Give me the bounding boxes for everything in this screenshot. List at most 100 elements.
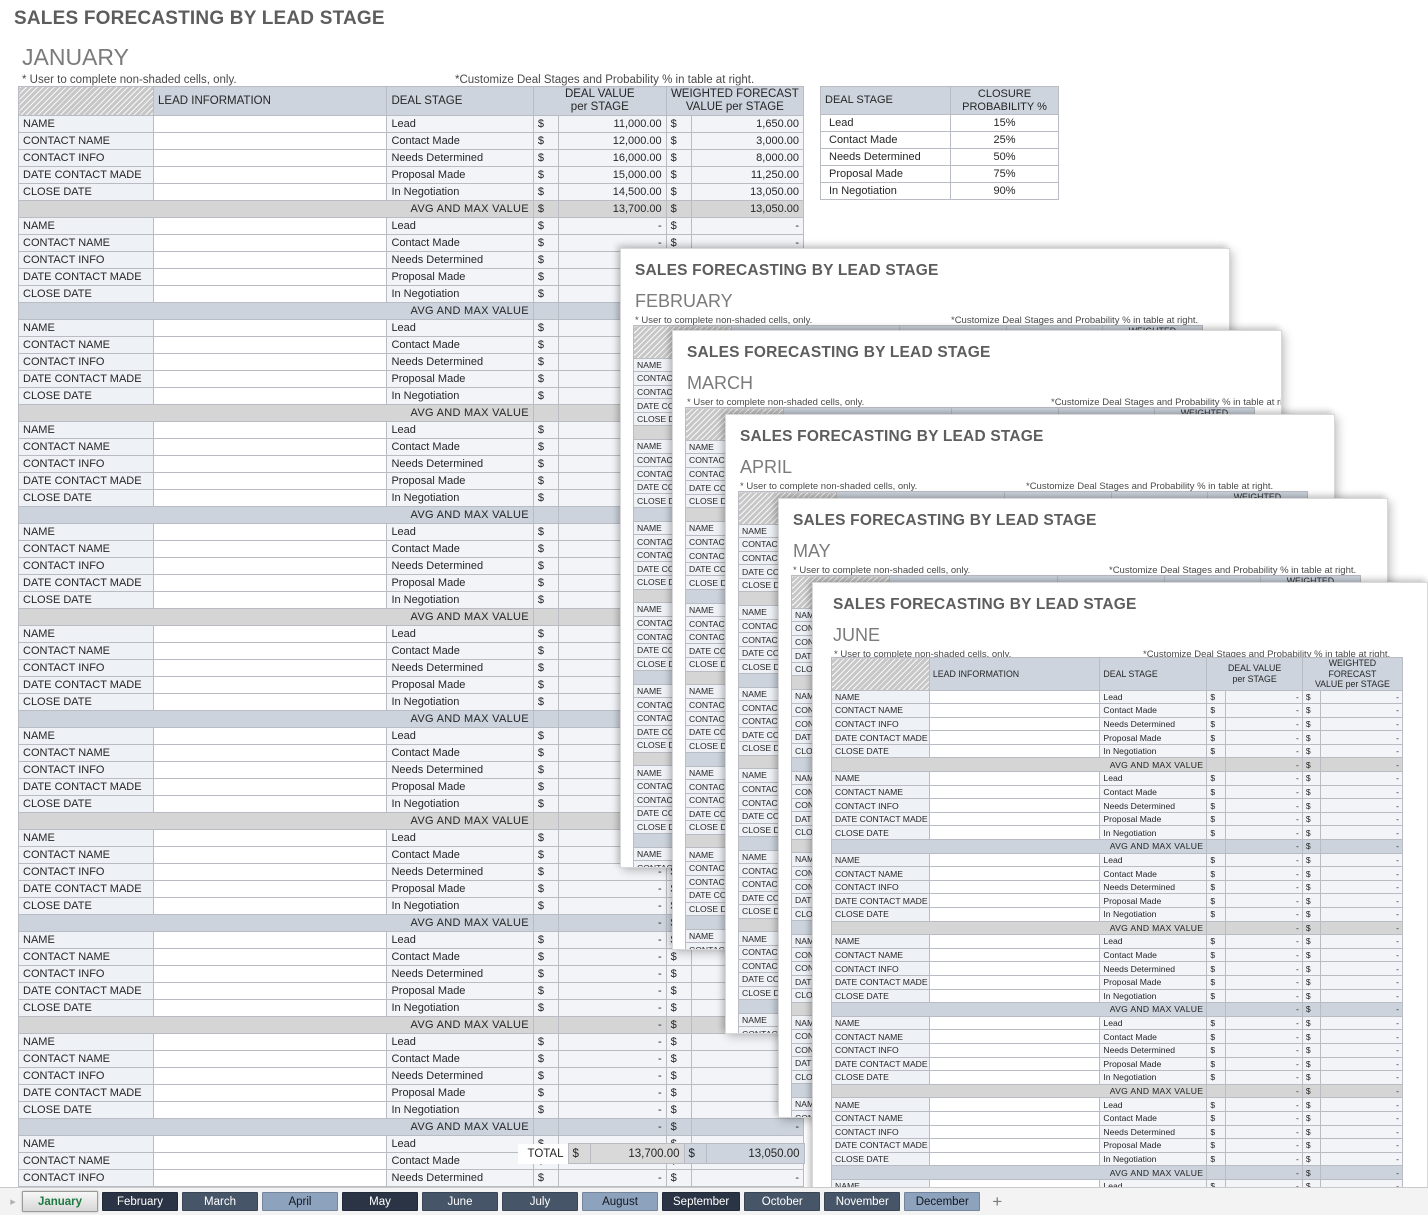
deal-stage-cell[interactable]: Needs Determined xyxy=(386,251,534,269)
lead-info-input[interactable] xyxy=(928,1015,1101,1031)
lead-info-input[interactable] xyxy=(153,880,388,898)
deal-stage-cell[interactable]: Needs Determined xyxy=(386,965,534,983)
lead-info-input[interactable] xyxy=(153,472,388,490)
deal-stage-cell[interactable]: Needs Determined xyxy=(386,1169,534,1187)
lead-info-input[interactable] xyxy=(153,897,388,915)
sheet-tab-september[interactable]: September xyxy=(662,1192,741,1211)
deal-stage-cell[interactable]: Needs Determined xyxy=(1099,879,1208,895)
deal-stage-cell[interactable]: Contact Made xyxy=(386,846,534,864)
lead-info-input[interactable] xyxy=(928,893,1101,908)
deal-stage-cell[interactable]: In Negotiation xyxy=(1099,1151,1208,1167)
lead-info-input[interactable] xyxy=(153,217,388,235)
deal-stage-cell[interactable]: In Negotiation xyxy=(386,693,534,711)
deal-stage-cell[interactable]: In Negotiation xyxy=(1099,907,1208,922)
sheet-tab-january[interactable]: January xyxy=(22,1191,98,1212)
deal-value-cell[interactable]: - xyxy=(558,1067,667,1085)
deal-stage-cell[interactable]: Proposal Made xyxy=(386,676,534,694)
deal-value-cell[interactable]: - xyxy=(1224,1124,1303,1140)
deal-stage-cell[interactable]: Proposal Made xyxy=(1099,1056,1208,1072)
lead-info-input[interactable] xyxy=(928,784,1101,800)
deal-stage-cell[interactable]: In Negotiation xyxy=(1099,988,1208,1004)
deal-value-cell[interactable]: - xyxy=(558,982,667,1000)
deal-stage-cell[interactable]: Proposal Made xyxy=(386,982,534,1000)
lead-info-input[interactable] xyxy=(153,761,388,779)
deal-stage-cell[interactable]: Proposal Made xyxy=(386,574,534,592)
deal-stage-cell[interactable]: In Negotiation xyxy=(386,1101,534,1119)
deal-stage-cell[interactable]: Proposal Made xyxy=(1099,811,1208,827)
lead-info-input[interactable] xyxy=(153,251,388,269)
probability-stage-name[interactable]: Needs Determined xyxy=(820,148,951,166)
deal-stage-cell[interactable]: Needs Determined xyxy=(386,455,534,473)
deal-value-cell[interactable]: - xyxy=(1224,1056,1303,1072)
deal-value-cell[interactable]: - xyxy=(1224,1015,1303,1031)
deal-stage-cell[interactable]: Lead xyxy=(386,1033,534,1051)
deal-stage-cell[interactable]: In Negotiation xyxy=(386,387,534,405)
lead-info-input[interactable] xyxy=(153,1033,388,1051)
deal-stage-cell[interactable]: Lead xyxy=(1099,934,1208,949)
lead-info-input[interactable] xyxy=(928,743,1101,759)
lead-info-input[interactable] xyxy=(153,489,388,507)
lead-info-input[interactable] xyxy=(153,455,388,473)
deal-stage-cell[interactable]: Needs Determined xyxy=(386,863,534,881)
deal-value-cell[interactable]: - xyxy=(558,880,667,898)
sheet-tab-april[interactable]: April xyxy=(262,1192,338,1211)
add-sheet-button[interactable]: + xyxy=(984,1192,1010,1211)
lead-info-input[interactable] xyxy=(153,846,388,864)
deal-stage-cell[interactable]: Lead xyxy=(1099,771,1208,786)
deal-stage-cell[interactable]: In Negotiation xyxy=(1099,743,1208,759)
deal-value-cell[interactable]: - xyxy=(1224,1070,1303,1085)
sheet-tab-june[interactable]: June xyxy=(422,1192,498,1211)
deal-stage-cell[interactable]: Contact Made xyxy=(1099,1110,1208,1126)
lead-info-input[interactable] xyxy=(153,234,388,252)
deal-value-cell[interactable]: - xyxy=(1224,907,1303,922)
probability-stage-name[interactable]: Contact Made xyxy=(820,131,951,149)
lead-info-input[interactable] xyxy=(153,132,388,150)
deal-stage-cell[interactable]: Needs Determined xyxy=(386,149,534,167)
lead-info-input[interactable] xyxy=(153,965,388,983)
deal-stage-cell[interactable]: Contact Made xyxy=(1099,866,1208,881)
deal-stage-cell[interactable]: Lead xyxy=(386,319,534,337)
deal-stage-cell[interactable]: Needs Determined xyxy=(386,353,534,371)
deal-stage-cell[interactable]: Contact Made xyxy=(1099,784,1208,800)
deal-value-cell[interactable]: - xyxy=(558,897,667,915)
lead-info-input[interactable] xyxy=(928,988,1101,1004)
lead-info-input[interactable] xyxy=(928,825,1101,841)
lead-info-input[interactable] xyxy=(153,1169,388,1187)
lead-info-input[interactable] xyxy=(928,852,1101,868)
deal-stage-cell[interactable]: Proposal Made xyxy=(1099,974,1208,990)
deal-stage-cell[interactable]: In Negotiation xyxy=(386,285,534,303)
lead-info-input[interactable] xyxy=(153,523,388,541)
lead-info-input[interactable] xyxy=(928,879,1101,895)
lead-info-input[interactable] xyxy=(153,744,388,762)
deal-stage-cell[interactable]: Lead xyxy=(386,1135,534,1153)
lead-info-input[interactable] xyxy=(153,370,388,388)
lead-info-input[interactable] xyxy=(153,557,388,575)
deal-stage-cell[interactable]: Proposal Made xyxy=(1099,1138,1208,1153)
deal-stage-cell[interactable]: Lead xyxy=(386,829,534,847)
lead-info-input[interactable] xyxy=(153,1135,388,1153)
deal-stage-cell[interactable]: Contact Made xyxy=(386,234,534,252)
probability-percent[interactable]: 75% xyxy=(950,165,1059,183)
lead-info-input[interactable] xyxy=(153,149,388,167)
deal-value-cell[interactable]: 11,000.00 xyxy=(558,115,667,133)
deal-stage-cell[interactable]: Needs Determined xyxy=(386,761,534,779)
probability-percent[interactable]: 50% xyxy=(950,148,1059,166)
deal-value-cell[interactable]: - xyxy=(1224,743,1303,759)
lead-info-input[interactable] xyxy=(928,716,1101,732)
lead-info-input[interactable] xyxy=(153,659,388,677)
lead-info-input[interactable] xyxy=(153,115,388,133)
tab-scroll-arrow-icon[interactable]: ▸ xyxy=(4,1195,22,1208)
lead-info-input[interactable] xyxy=(153,285,388,303)
lead-info-input[interactable] xyxy=(153,1050,388,1068)
deal-stage-cell[interactable]: In Negotiation xyxy=(386,183,534,201)
deal-stage-cell[interactable]: Lead xyxy=(386,421,534,439)
probability-percent[interactable]: 90% xyxy=(950,182,1059,200)
lead-info-input[interactable] xyxy=(928,1029,1101,1044)
deal-stage-cell[interactable]: In Negotiation xyxy=(1099,825,1208,841)
lead-info-input[interactable] xyxy=(928,947,1101,963)
deal-stage-cell[interactable]: Lead xyxy=(1099,1015,1208,1031)
lead-info-input[interactable] xyxy=(928,1042,1101,1058)
probability-percent[interactable]: 25% xyxy=(950,131,1059,149)
lead-info-input[interactable] xyxy=(928,1070,1101,1085)
deal-stage-cell[interactable]: Proposal Made xyxy=(386,472,534,490)
